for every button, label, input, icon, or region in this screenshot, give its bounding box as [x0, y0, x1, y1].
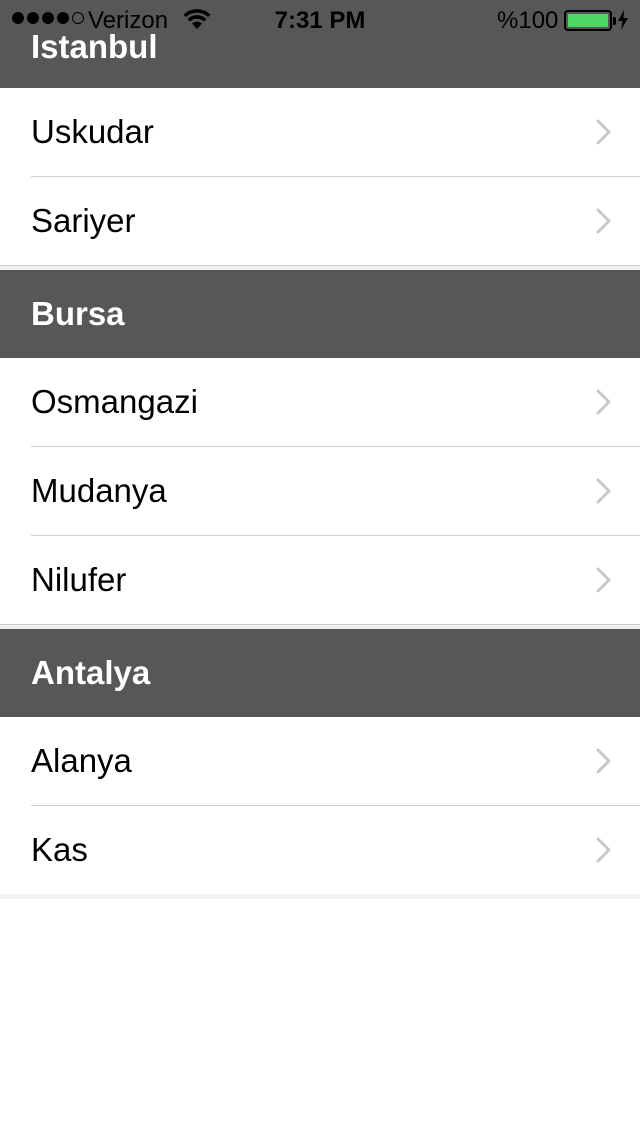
table-row-mudanya[interactable]: Mudanya	[0, 447, 640, 535]
chevron-right-icon	[596, 837, 611, 863]
chevron-right-icon	[596, 478, 611, 504]
table-row-osmangazi[interactable]: Osmangazi	[0, 358, 640, 446]
section-header-bursa: Bursa	[0, 270, 640, 358]
row-label: Mudanya	[31, 472, 167, 509]
table-footer-divider	[0, 894, 640, 899]
chevron-right-icon	[596, 389, 611, 415]
row-label: Nilufer	[31, 561, 127, 598]
table-row-nilufer[interactable]: Nilufer	[0, 536, 640, 624]
district-table: Istanbul Uskudar Sariyer Bursa Osmangazi…	[0, 0, 640, 899]
status-bar: Verizon 7:31 PM %100	[0, 0, 640, 40]
row-label: Alanya	[31, 742, 132, 779]
chevron-right-icon	[596, 119, 611, 145]
chevron-right-icon	[596, 748, 611, 774]
row-label: Kas	[31, 831, 88, 868]
table-row-kas[interactable]: Kas	[0, 806, 640, 894]
row-label: Sariyer	[31, 202, 136, 239]
table-row-alanya[interactable]: Alanya	[0, 717, 640, 805]
battery-fill	[568, 14, 608, 27]
section-header-antalya: Antalya	[0, 629, 640, 717]
chevron-right-icon	[596, 208, 611, 234]
row-label: Osmangazi	[31, 383, 198, 420]
screen: Verizon 7:31 PM %100 Istanbul Uskudar Sa…	[0, 0, 640, 1136]
charging-bolt-icon	[618, 10, 628, 30]
table-row-sariyer[interactable]: Sariyer	[0, 177, 640, 265]
chevron-right-icon	[596, 567, 611, 593]
table-row-uskudar[interactable]: Uskudar	[0, 88, 640, 176]
battery-icon	[564, 10, 616, 31]
row-label: Uskudar	[31, 113, 154, 150]
battery-percent: %100	[497, 7, 559, 34]
